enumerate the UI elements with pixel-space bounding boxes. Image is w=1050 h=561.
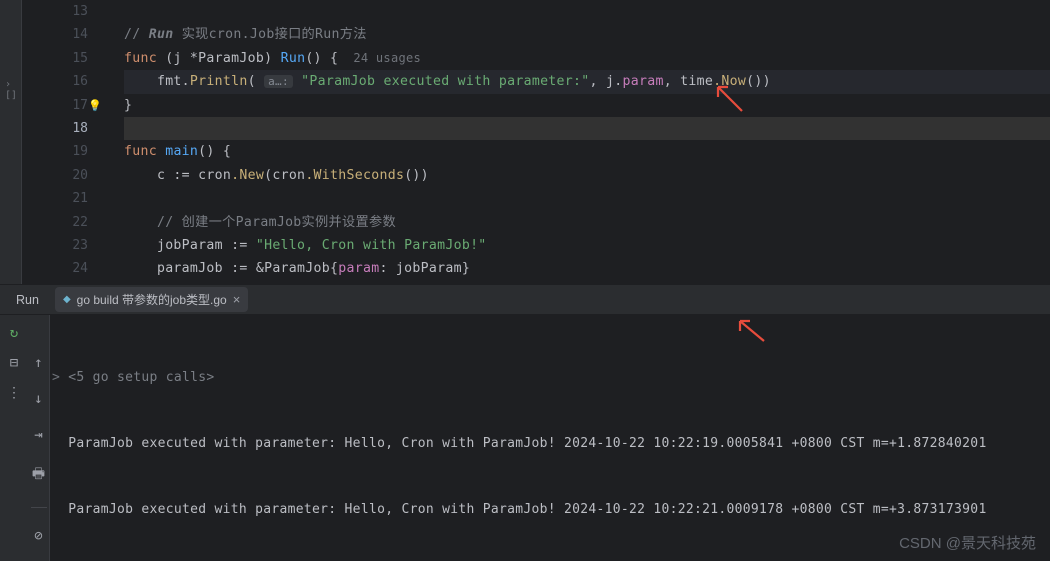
param-hint: a…: [264, 75, 293, 88]
line-number: 19▶ [22, 140, 88, 163]
left-icon-rail: ↑ ↓ ⇥ 🖶 ⊘ [28, 315, 50, 561]
lightbulb-icon[interactable]: 💡 [88, 94, 102, 117]
arrow-annotation [734, 317, 768, 347]
code-line: jobParam := "Hello, Cron with ParamJob!" [124, 234, 1050, 257]
rerun-icon[interactable]: ↻ [10, 325, 18, 341]
line-number: 21 [22, 187, 88, 210]
console-output[interactable]: > <5 go setup calls> ParamJob executed w… [50, 315, 1050, 561]
separator [31, 507, 47, 508]
code-line: // Run 实现cron.Job接口的Run方法 [124, 23, 1050, 46]
console-wrap: ↻ ⊟ ⋮ ↑ ↓ ⇥ 🖶 ⊘ > <5 go setup calls> Par… [0, 315, 1050, 561]
line-number: 17 [22, 94, 88, 117]
left-edge: › [] [0, 0, 22, 284]
code-line: fmt.Println( a…: "ParamJob executed with… [124, 70, 1050, 93]
run-tab-label: go build 带参数的job类型.go [77, 291, 227, 308]
code-line [124, 187, 1050, 210]
run-panel: Run ◆ go build 带参数的job类型.go × ↻ ⊟ ⋮ ↑ ↓ … [0, 284, 1050, 561]
line-number: 22 [22, 211, 88, 234]
line-number: 15⬆ [22, 47, 88, 70]
code-line: paramJob := &ParamJob{param: jobParam} [124, 257, 1050, 280]
code-line [124, 117, 1050, 140]
code-line: func (j *ParamJob) Run() { 24 usages [124, 47, 1050, 70]
line-number-gutter: 13 14 15⬆ 16 17 18 19▶ 20 21 22 23 24 [22, 0, 96, 284]
line-number: 14 [22, 23, 88, 46]
code-line: c := cron.New(cron.WithSeconds()) [124, 164, 1050, 187]
editor-pane: › [] 13 14 15⬆ 16 17 18 19▶ 20 21 22 23 … [0, 0, 1050, 284]
code-line: // 创建一个ParamJob实例并设置参数 [124, 211, 1050, 234]
code-area[interactable]: 💡 // Run 实现cron.Job接口的Run方法 func (j *Par… [96, 0, 1050, 284]
stop-icon[interactable]: ⊟ [10, 355, 18, 371]
console-line: ParamJob executed with parameter: Hello,… [52, 433, 1038, 455]
code-line [124, 0, 1050, 23]
run-tab-bar: Run ◆ go build 带参数的job类型.go × [0, 285, 1050, 315]
go-file-icon: ◆ [63, 294, 71, 305]
run-config-tab[interactable]: ◆ go build 带参数的job类型.go × [55, 287, 248, 312]
fold-icon[interactable]: > [52, 370, 68, 385]
console-toolbar: ↻ ⊟ ⋮ [0, 315, 28, 561]
line-number: 18 [22, 117, 88, 140]
print-icon[interactable]: 🖶 [32, 463, 45, 487]
line-number: 23 [22, 234, 88, 257]
line-number: 16 [22, 70, 88, 93]
clear-icon[interactable]: ⊘ [34, 528, 42, 544]
console-line: > <5 go setup calls> [52, 367, 1038, 389]
line-number: 13 [22, 0, 88, 23]
scroll-up-icon[interactable]: ↑ [34, 355, 42, 371]
scroll-down-icon[interactable]: ↓ [34, 391, 42, 407]
code-line: } [124, 94, 1050, 117]
console-line: ParamJob executed with parameter: Hello,… [52, 499, 1038, 521]
more-icon[interactable]: ⋮ [7, 385, 21, 401]
fold-indicator[interactable]: › [] [5, 79, 21, 101]
line-number: 24 [22, 257, 88, 280]
code-line: func main() { [124, 140, 1050, 163]
close-icon[interactable]: × [233, 292, 241, 307]
line-number: 20 [22, 164, 88, 187]
run-tool-label[interactable]: Run [6, 293, 49, 307]
usage-hint[interactable]: 24 usages [338, 51, 421, 65]
soft-wrap-icon[interactable]: ⇥ [34, 427, 42, 443]
watermark: CSDN @景天科技苑 [899, 532, 1036, 553]
